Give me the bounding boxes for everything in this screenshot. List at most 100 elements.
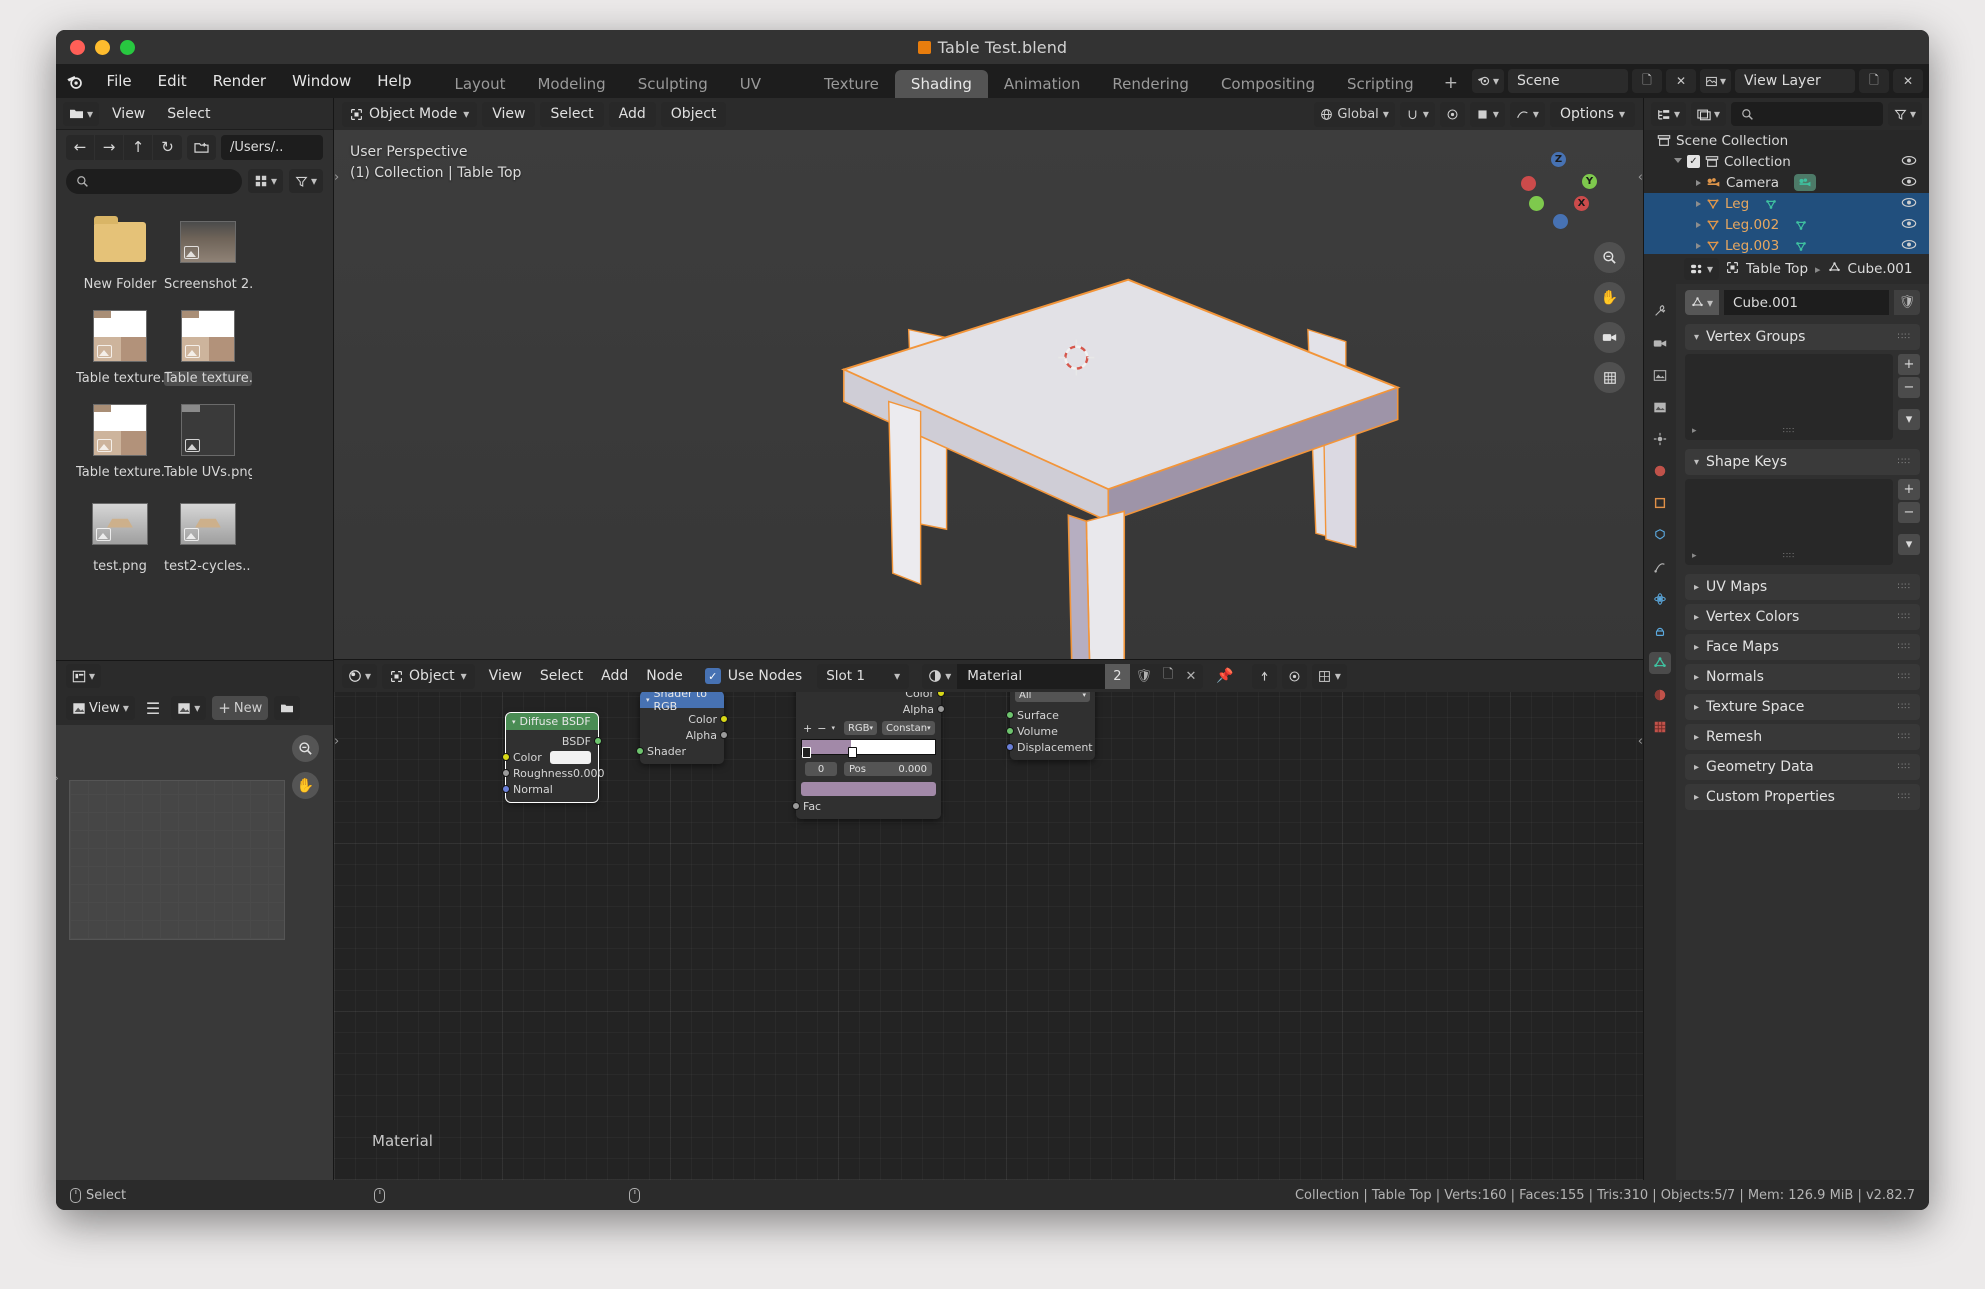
file-item[interactable]: Table UVs.png: [164, 400, 252, 480]
nav-forward-icon[interactable]: →: [95, 134, 124, 160]
gizmo-axis-neg-x[interactable]: [1521, 176, 1536, 191]
list-specials-menu-button[interactable]: ▾: [1898, 409, 1920, 430]
properties-panel-uv-maps[interactable]: ▸ UV Maps ∷∷: [1685, 574, 1920, 600]
socket-yellow[interactable]: [502, 753, 510, 761]
shader-toolbar-toggle[interactable]: ›: [334, 734, 339, 749]
outliner-row[interactable]: Leg.002: [1644, 214, 1929, 235]
chevron-down-icon[interactable]: ▾: [1082, 692, 1086, 699]
eye-icon[interactable]: [1901, 197, 1917, 211]
uilist[interactable]: ▸ ∷∷: [1685, 354, 1893, 440]
uilist-resize-handle[interactable]: ∷∷: [1783, 426, 1795, 435]
properties-tab-material[interactable]: [1649, 684, 1671, 706]
proportional-editing-toggle[interactable]: [1439, 101, 1465, 127]
workspace-tab-shading[interactable]: Shading: [894, 70, 988, 98]
node-header[interactable]: ▾ Diffuse BSDF: [506, 713, 598, 730]
uilist-resize-handle[interactable]: ∷∷: [1783, 551, 1795, 560]
node-output-socket-row[interactable]: Alpha: [796, 701, 945, 717]
use-nodes-toggle[interactable]: ✓ Use Nodes: [704, 668, 802, 684]
mesh-data-icon[interactable]: [1794, 218, 1808, 232]
colorramp-stop-index[interactable]: 0: [805, 762, 837, 776]
topbar-menu-window[interactable]: Window: [279, 64, 364, 98]
color-swatch[interactable]: [549, 750, 591, 764]
fake-user-icon[interactable]: 🛡: [1894, 290, 1920, 315]
outliner-row[interactable]: Scene Collection: [1644, 130, 1929, 151]
properties-tab-scene[interactable]: [1649, 428, 1671, 450]
add-item-button[interactable]: +: [1898, 354, 1920, 375]
properties-tab-texture[interactable]: [1649, 716, 1671, 738]
viewport-options-button[interactable]: Options ▾: [1549, 101, 1635, 127]
properties-panel-custom-properties[interactable]: ▸ Custom Properties ∷∷: [1685, 784, 1920, 810]
list-specials-menu-button[interactable]: ▾: [1898, 534, 1920, 555]
nav-parent-icon[interactable]: ↑: [124, 134, 153, 160]
workspace-tab-compositing[interactable]: Compositing: [1205, 70, 1331, 98]
colorramp-add-stop-icon[interactable]: +: [803, 722, 812, 735]
chevron-right-icon[interactable]: ▸: [1694, 642, 1699, 653]
gizmo-axis-neg-y[interactable]: [1529, 196, 1544, 211]
workspace-tab-modeling[interactable]: Modeling: [521, 70, 621, 98]
colorramp-gradient-bar[interactable]: [801, 739, 936, 758]
file-path-field[interactable]: /Users/..: [221, 134, 323, 160]
image-sidebar-toggle[interactable]: ›: [56, 771, 59, 785]
properties-panel-remesh[interactable]: ▸ Remesh ∷∷: [1685, 724, 1920, 750]
properties-tab-tool[interactable]: [1649, 300, 1671, 322]
socket-green[interactable]: [594, 737, 602, 745]
node-input-socket-row[interactable]: Surface: [1006, 707, 1095, 723]
remove-scene-button[interactable]: ✕: [1665, 69, 1696, 93]
workspace-tab-rendering[interactable]: Rendering: [1096, 70, 1205, 98]
panel-drag-handle[interactable]: ∷∷: [1898, 792, 1911, 802]
material-browse-icon[interactable]: ▾: [922, 669, 957, 683]
material-copy-icon[interactable]: 🗋: [1158, 665, 1178, 687]
material-users-count[interactable]: 2: [1105, 663, 1130, 689]
properties-panel-normals[interactable]: ▸ Normals ∷∷: [1685, 664, 1920, 690]
image-editor-canvas[interactable]: ✋ ›: [56, 725, 333, 1180]
shader-node-diffuse[interactable]: ▾ Diffuse BSDF BSDF Color Roughness 0.000 Norm…: [502, 712, 605, 803]
file-item[interactable]: Table texture..: [164, 306, 252, 386]
viewport-toolbar-toggle[interactable]: ›: [334, 170, 339, 185]
node-input-socket-row[interactable]: Shader: [636, 743, 724, 759]
interaction-mode-selector[interactable]: Object Mode ▾: [342, 101, 478, 127]
panel-drag-handle[interactable]: ∷∷: [1898, 582, 1911, 592]
panel-drag-handle[interactable]: ∷∷: [1898, 457, 1911, 467]
properties-editor-type-selector[interactable]: ▾: [1684, 258, 1720, 280]
viewport-pan-icon[interactable]: ✋: [1594, 282, 1625, 313]
image-browse-selector[interactable]: ▾: [171, 696, 207, 720]
file-item[interactable]: test2-cycles...: [164, 494, 252, 574]
properties-tab-object-data[interactable]: [1649, 652, 1671, 674]
remove-item-button[interactable]: −: [1898, 502, 1920, 523]
socket-grey[interactable]: [720, 731, 728, 739]
viewport-zoom-icon[interactable]: [1594, 242, 1625, 273]
image-pan-icon[interactable]: ✋: [292, 772, 319, 799]
uilist-expand-icon[interactable]: ▸: [1692, 426, 1697, 436]
colorramp-stop-handle[interactable]: [802, 747, 811, 758]
properties-tab-output[interactable]: [1649, 364, 1671, 386]
nav-back-icon[interactable]: ←: [66, 134, 95, 160]
shader-node-canvas[interactable]: ▾ Diffuse BSDF BSDF Color Roughness 0.000 Norm…: [334, 692, 1643, 1180]
properties-panel-texture-space[interactable]: ▸ Texture Space ∷∷: [1685, 694, 1920, 720]
file-select-menu[interactable]: Select: [158, 102, 219, 126]
outliner-search-input[interactable]: [1731, 102, 1883, 126]
minimize-window-button[interactable]: [95, 39, 110, 55]
table-3d-model[interactable]: [334, 130, 1643, 659]
new-image-button[interactable]: + New: [212, 696, 269, 720]
node-input-socket-row[interactable]: Displacement: [1006, 739, 1095, 755]
remove-item-button[interactable]: −: [1898, 377, 1920, 398]
chevron-right-icon[interactable]: ▸: [1694, 732, 1699, 743]
pin-icon[interactable]: 📌: [1208, 668, 1241, 684]
eye-icon[interactable]: [1901, 176, 1917, 190]
topbar-menu-render[interactable]: Render: [200, 64, 279, 98]
panel-drag-handle[interactable]: ∷∷: [1898, 732, 1911, 742]
outliner-row[interactable]: Leg: [1644, 193, 1929, 214]
viewport-menu-select[interactable]: Select: [540, 101, 604, 127]
socket-grey[interactable]: [792, 802, 800, 810]
socket-green[interactable]: [1006, 711, 1014, 719]
image-view-menu-button[interactable]: View ▾: [66, 696, 135, 720]
node-output-socket-row[interactable]: Alpha: [640, 727, 728, 743]
file-filter-selector[interactable]: ▾: [288, 169, 323, 193]
shader-menu-view[interactable]: View: [480, 664, 531, 688]
panel-drag-handle[interactable]: ∷∷: [1898, 612, 1911, 622]
workspace-tab-animation[interactable]: Animation: [988, 70, 1096, 98]
chevron-right-icon[interactable]: [1696, 242, 1701, 249]
mesh-name-field[interactable]: Cube.001: [1724, 290, 1889, 315]
properties-panel-vertex-groups[interactable]: ▾ Vertex Groups ∷∷: [1685, 324, 1920, 350]
material-fake-user-icon[interactable]: 🛡: [1130, 669, 1159, 684]
